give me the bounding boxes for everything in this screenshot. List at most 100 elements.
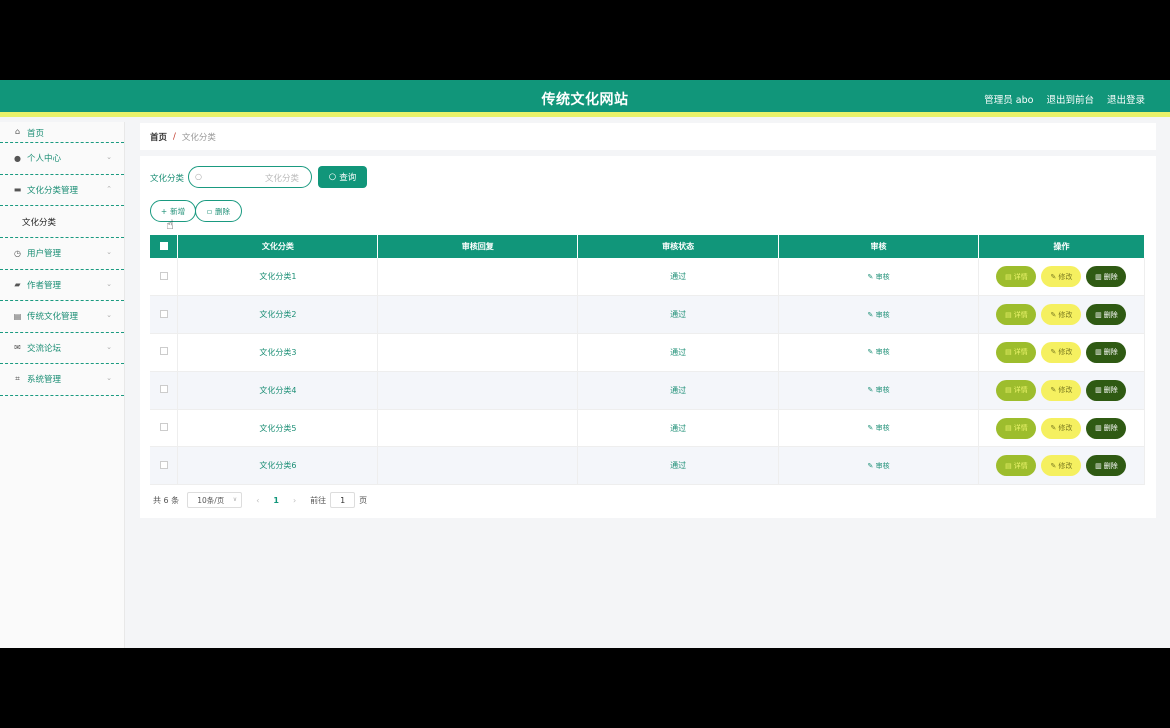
- search-input[interactable]: ○ 文化分类: [188, 166, 312, 188]
- sidebar-item-author-mgmt[interactable]: ▰ 作者管理 ⌄: [0, 270, 124, 301]
- edit-button[interactable]: ✎ 修改: [1041, 304, 1082, 326]
- row-select-cell[interactable]: [150, 371, 179, 410]
- row-delete-button[interactable]: ▥ 删除: [1086, 379, 1127, 401]
- audit-link[interactable]: ✎ 审核: [868, 386, 890, 394]
- search-button-label: 查询: [339, 173, 357, 183]
- doc-icon: ▤: [1005, 386, 1012, 395]
- sidebar-item-user-mgmt[interactable]: ◷ 用户管理 ⌄: [0, 238, 124, 270]
- edit-button-label: 修改: [1058, 461, 1073, 470]
- next-page-icon[interactable]: ›: [293, 496, 296, 505]
- row-checkbox[interactable]: [159, 347, 168, 356]
- category-cell: 文化分类6: [177, 446, 379, 486]
- row-checkbox[interactable]: [159, 385, 168, 394]
- row-select-cell[interactable]: [150, 409, 179, 448]
- edit-button-label: 修改: [1058, 386, 1073, 395]
- audit-link-label: 审核: [875, 424, 890, 433]
- row-delete-button[interactable]: ▥ 删除: [1086, 417, 1127, 439]
- column-header: 文化分类: [177, 235, 379, 258]
- select-all-cell[interactable]: [150, 235, 179, 258]
- audit-cell: ✎ 审核: [778, 371, 979, 410]
- chevron-down-icon: ⌄: [106, 374, 112, 382]
- reply-cell: [377, 409, 579, 448]
- edit-icon: ✎: [867, 310, 876, 319]
- audit-link-label: 审核: [875, 386, 890, 395]
- front-link[interactable]: 退出到前台: [1046, 92, 1094, 106]
- select-all-checkbox[interactable]: [159, 241, 168, 250]
- audit-link[interactable]: ✎ 审核: [868, 348, 890, 356]
- doc-icon: ▤: [1005, 272, 1012, 281]
- row-delete-button[interactable]: ▥ 删除: [1086, 341, 1127, 363]
- column-header: 操作: [978, 235, 1146, 258]
- sidebar-item-label: 系统管理: [27, 375, 62, 386]
- reply-cell: [377, 333, 579, 372]
- detail-button[interactable]: ▤ 详情: [996, 417, 1037, 439]
- reply-cell: [377, 258, 579, 297]
- detail-button-label: 详情: [1013, 310, 1028, 319]
- edit-icon: ✎: [867, 348, 876, 357]
- audit-link[interactable]: ✎ 审核: [868, 462, 890, 470]
- delete-button[interactable]: ▫ 删除: [195, 200, 242, 222]
- detail-button[interactable]: ▤ 详情: [996, 341, 1037, 363]
- sidebar-item-forum[interactable]: ✉ 交流论坛 ⌄: [0, 333, 124, 364]
- row-select-cell[interactable]: [150, 258, 179, 297]
- data-table: 文化分类 审核回复 审核状态 审核 操作 文化分类1 通过 ✎ 审核 ▤ 详情 ✎ 修改 ▥ 删…: [150, 235, 1146, 486]
- page-size-select[interactable]: 10条/页 ∨: [187, 492, 243, 508]
- status-cell: 通过: [577, 371, 780, 410]
- row-checkbox[interactable]: [159, 309, 168, 318]
- row-checkbox[interactable]: [159, 460, 168, 469]
- row-delete-button[interactable]: ▥ 删除: [1086, 304, 1127, 326]
- table-row: 文化分类6 通过 ✎ 审核 ▤ 详情 ✎ 修改 ▥ 删除: [150, 446, 1146, 486]
- sidebar-item-culture-mgmt[interactable]: ▤ 传统文化管理 ⌄: [0, 301, 124, 333]
- total-count: 共 6 条: [153, 495, 180, 505]
- delete-button-label: 删除: [215, 206, 231, 216]
- edit-button[interactable]: ✎ 修改: [1041, 341, 1082, 363]
- detail-button-label: 详情: [1013, 386, 1028, 395]
- goto-page-input[interactable]: 1: [330, 492, 356, 508]
- detail-button[interactable]: ▤ 详情: [996, 455, 1037, 477]
- row-delete-button[interactable]: ▥ 删除: [1086, 455, 1127, 477]
- edit-button[interactable]: ✎ 修改: [1041, 455, 1082, 477]
- ticket-icon: ▰: [14, 280, 21, 290]
- sidebar-item-personal[interactable]: ● 个人中心 ⌄: [0, 143, 124, 175]
- breadcrumb: 首页 / 文化分类: [140, 123, 1156, 150]
- sidebar-subitem-category[interactable]: 文化分类: [0, 206, 124, 238]
- app-screen: 传统文化网站 管理员 abo 退出到前台 退出登录 ⌂ 首页 ● 个人中心 ⌄ …: [0, 80, 1170, 648]
- row-select-cell[interactable]: [150, 446, 179, 486]
- sidebar-item-category-mgmt[interactable]: ▬ 文化分类管理 ⌃: [0, 175, 124, 206]
- sidebar-item-system[interactable]: ⌗ 系统管理 ⌄: [0, 364, 124, 396]
- status-cell: 通过: [577, 446, 780, 486]
- plus-icon: +: [160, 206, 168, 216]
- table-row: 文化分类4 通过 ✎ 审核 ▤ 详情 ✎ 修改 ▥ 删除: [150, 371, 1146, 410]
- audit-link-label: 审核: [875, 461, 890, 470]
- row-checkbox[interactable]: [159, 271, 168, 280]
- chevron-down-icon: ∨: [232, 496, 238, 503]
- row-select-cell[interactable]: [150, 295, 179, 335]
- audit-link[interactable]: ✎ 审核: [868, 311, 890, 319]
- detail-button[interactable]: ▤ 详情: [996, 266, 1037, 288]
- column-header: 审核: [778, 235, 979, 258]
- column-header: 审核状态: [577, 235, 780, 258]
- logout-link[interactable]: 退出登录: [1107, 92, 1145, 106]
- detail-button[interactable]: ▤ 详情: [996, 379, 1037, 401]
- row-checkbox[interactable]: [159, 423, 168, 432]
- ops-cell: ▤ 详情 ✎ 修改 ▥ 删除: [978, 371, 1146, 410]
- audit-link[interactable]: ✎ 审核: [868, 424, 890, 432]
- audit-link-label: 审核: [875, 310, 890, 319]
- edit-button[interactable]: ✎ 修改: [1041, 417, 1082, 439]
- table-row: 文化分类3 通过 ✎ 审核 ▤ 详情 ✎ 修改 ▥ 删除: [150, 333, 1146, 372]
- current-page[interactable]: 1: [273, 496, 279, 505]
- doc-icon: ▤: [1005, 424, 1012, 433]
- audit-link[interactable]: ✎ 审核: [868, 273, 890, 281]
- sidebar-item-home[interactable]: ⌂ 首页: [0, 122, 124, 143]
- search-button[interactable]: ○ 查询: [318, 166, 367, 188]
- row-select-cell[interactable]: [150, 333, 179, 372]
- ops-cell: ▤ 详情 ✎ 修改 ▥ 删除: [978, 409, 1146, 448]
- row-delete-button[interactable]: ▥ 删除: [1086, 266, 1127, 288]
- edit-button[interactable]: ✎ 修改: [1041, 266, 1082, 288]
- mail-icon: ✉: [14, 343, 21, 353]
- breadcrumb-home[interactable]: 首页: [150, 131, 167, 143]
- row-delete-button-label: 删除: [1103, 348, 1118, 357]
- prev-page-icon[interactable]: ‹: [256, 496, 259, 505]
- edit-button[interactable]: ✎ 修改: [1041, 379, 1082, 401]
- detail-button[interactable]: ▤ 详情: [996, 304, 1037, 326]
